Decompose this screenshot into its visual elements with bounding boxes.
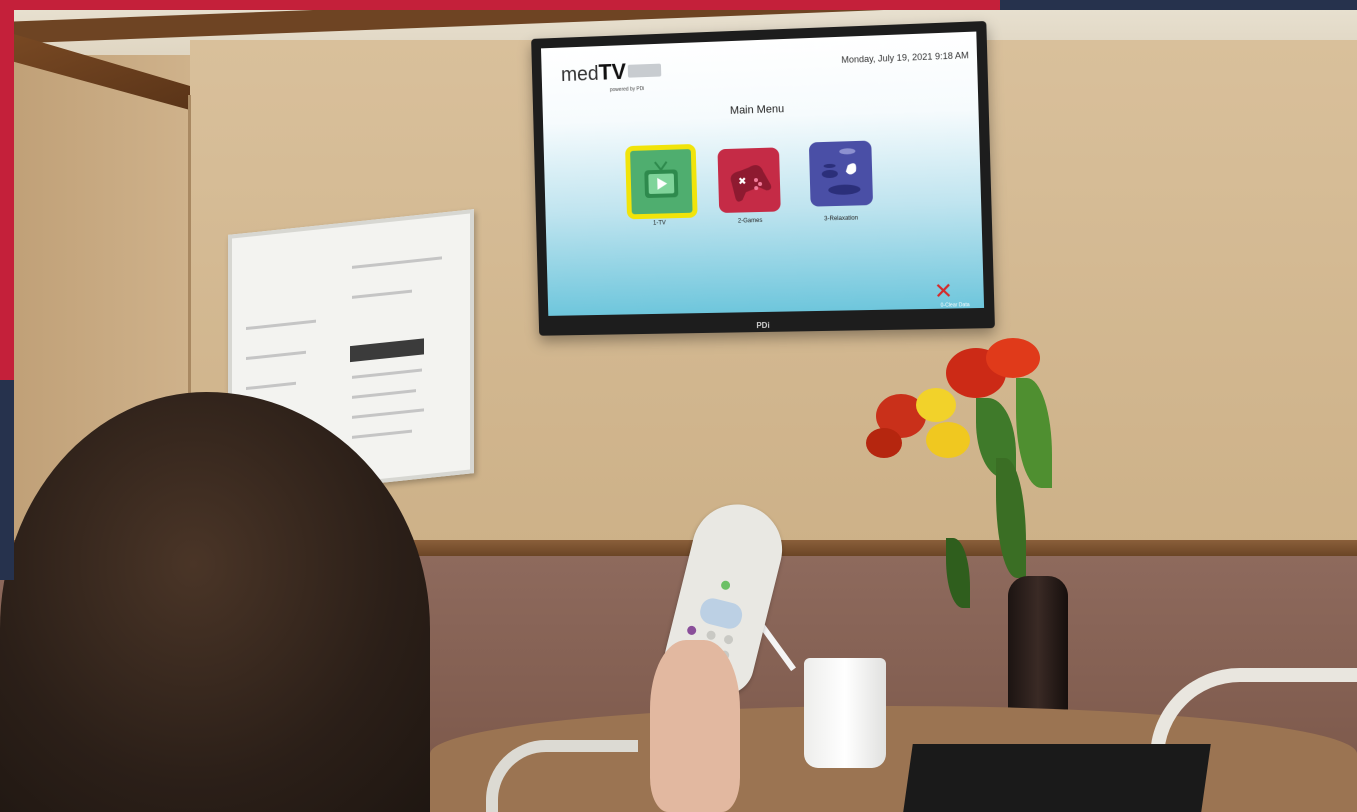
- svg-text:✖: ✖: [738, 176, 747, 187]
- wall-tv: medTV powered by PDi Monday, July 19, 20…: [531, 20, 995, 336]
- foam-cup: [804, 658, 886, 768]
- close-icon[interactable]: ✕: [934, 278, 954, 304]
- relaxation-icon: [821, 148, 861, 196]
- menu-tile-games[interactable]: ✖: [717, 147, 781, 214]
- menu-label-games[interactable]: 2-Games: [710, 217, 790, 225]
- menu-title: Main Menu: [729, 103, 785, 117]
- logo-badge: [627, 63, 662, 78]
- close-label[interactable]: 0-Clear Data: [941, 302, 970, 309]
- date-time: Monday, July 19, 2021 9:18 AM: [841, 50, 969, 65]
- menu-tile-relaxation[interactable]: [808, 140, 874, 207]
- hand: [650, 640, 740, 812]
- keyboard: [903, 744, 1211, 812]
- logo-prefix: med: [560, 62, 599, 87]
- flower-bouquet: [866, 338, 1116, 608]
- frame-accent-red: [0, 0, 14, 380]
- logo-subtitle: powered by PDi: [609, 86, 645, 94]
- medtv-logo: medTV: [561, 58, 662, 87]
- logo-bold: TV: [598, 58, 627, 85]
- frame-accent-red-top: [0, 0, 1000, 10]
- menu-label-relaxation[interactable]: 3-Relaxation: [801, 215, 882, 223]
- gamepad-icon: ✖: [726, 161, 773, 203]
- photo-scene: medTV powered by PDi Monday, July 19, 20…: [0, 0, 1357, 812]
- menu-tile-tv[interactable]: [625, 143, 698, 220]
- frame-accent-navy-top: [1000, 0, 1357, 10]
- frame-accent-navy: [0, 380, 14, 580]
- tv-icon: [644, 149, 679, 199]
- tv-screen: medTV powered by PDi Monday, July 19, 20…: [540, 31, 985, 316]
- menu-label-tv[interactable]: 1-TV: [620, 220, 699, 228]
